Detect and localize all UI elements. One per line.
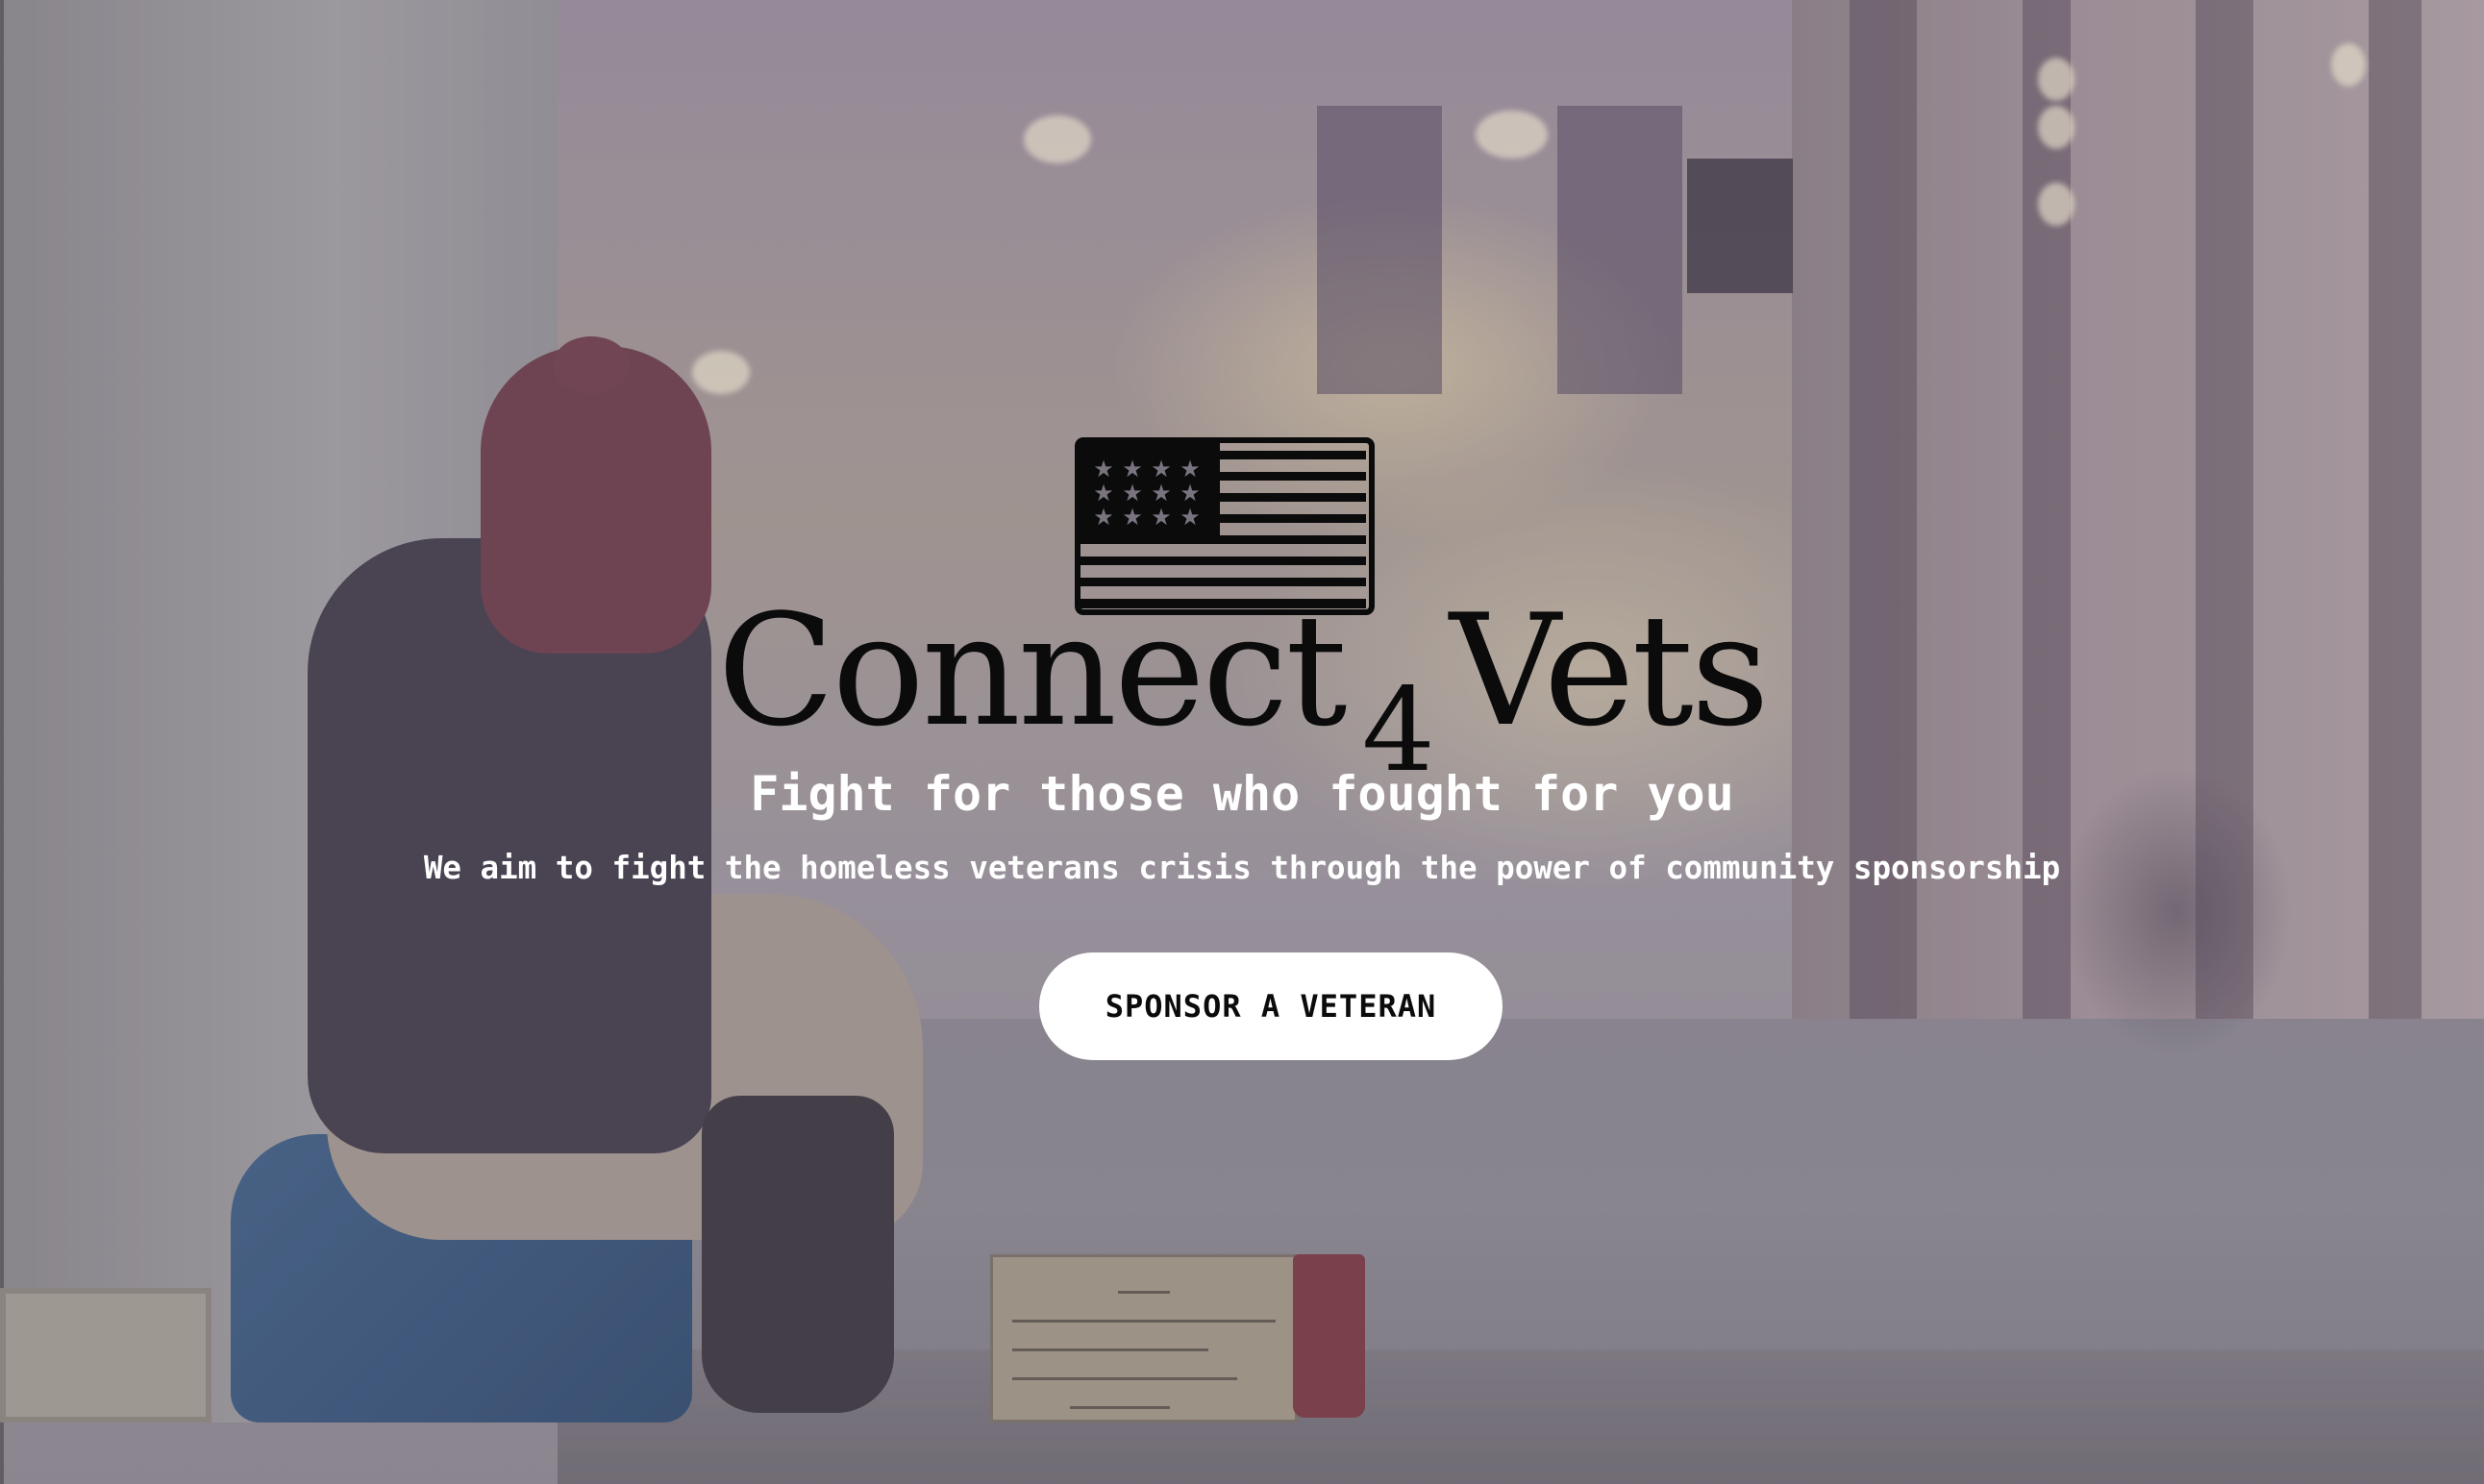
svg-text:★: ★ (1180, 480, 1201, 507)
svg-text:★: ★ (1151, 480, 1172, 507)
brand-logo-text: Connect 4 Vets (0, 594, 2484, 789)
hero-tagline: Fight for those who fought for you (750, 766, 1734, 822)
svg-text:★: ★ (1122, 456, 1143, 482)
svg-text:★: ★ (1151, 456, 1172, 482)
hero-content: ★ ★ ★ ★ ★ ★ ★ ★ ★ ★ ★ ★ Connect 4 Vets Fight for th… (0, 0, 2484, 1484)
hero-description: We aim to fight the homeless veterans cr… (423, 850, 2061, 886)
brand-name-main: Connect (717, 581, 1347, 760)
sponsor-veteran-button[interactable]: SPONSOR A VETERAN (1039, 952, 1503, 1060)
svg-text:★: ★ (1093, 504, 1114, 531)
svg-text:★: ★ (1151, 504, 1172, 531)
svg-text:★: ★ (1180, 504, 1201, 531)
svg-text:★: ★ (1122, 504, 1143, 531)
svg-text:★: ★ (1122, 480, 1143, 507)
svg-text:★: ★ (1180, 456, 1201, 482)
brand-name-end: Vets (1449, 581, 1770, 760)
svg-text:★: ★ (1093, 456, 1114, 482)
svg-text:★: ★ (1093, 480, 1114, 507)
hero-section: ★ ★ ★ ★ ★ ★ ★ ★ ★ ★ ★ ★ Connect 4 Vets Fight for th… (0, 0, 2484, 1484)
